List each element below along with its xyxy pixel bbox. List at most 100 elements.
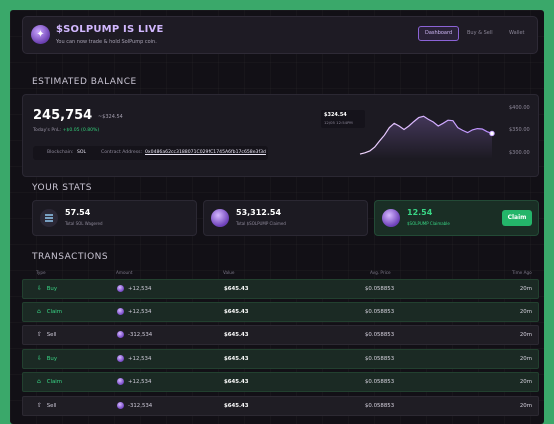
transaction-row[interactable]: ⌂ Claim +12,534 $645.43 $0.058853 20m — [22, 372, 539, 392]
tx-time-ago: 20m — [519, 286, 532, 292]
tx-value: $645.43 — [224, 286, 249, 292]
tx-amount: +12,534 — [117, 280, 151, 298]
nav-wallet[interactable]: Wallet — [503, 26, 531, 41]
blockchain-label: Blockchain: — [47, 150, 74, 155]
claim-icon: ⌂ — [37, 308, 41, 315]
tooltip-date: 12/05 12:54PM — [324, 120, 353, 125]
tx-time-ago: 20m — [519, 309, 532, 315]
tx-amount: -312,534 — [117, 326, 152, 344]
transactions-section-title: TRANSACTIONS — [32, 252, 109, 262]
tx-time-ago: 20m — [519, 403, 532, 409]
balance-section-title: ESTIMATED BALANCE — [32, 77, 137, 87]
y-label-300: $300.00 — [509, 150, 530, 156]
tx-value: $645.43 — [224, 356, 249, 362]
pnl-line: Today's PnL: +$0.05 (0.80%) — [33, 128, 99, 133]
solpump-coin-icon — [117, 284, 124, 292]
transaction-row[interactable]: ⇩ Buy +12,534 $645.43 $0.058853 20m — [22, 349, 539, 369]
tx-type-label: Buy — [46, 286, 58, 292]
tx-type: ⇩ Buy — [37, 280, 57, 298]
tx-type-label: Sell — [46, 332, 57, 338]
solpump-coin-icon — [117, 401, 124, 409]
transaction-row[interactable]: ⇩ Buy +12,534 $645.43 $0.058853 20m — [22, 279, 539, 299]
nav-buy-sell[interactable]: Buy & Sell — [461, 26, 499, 41]
claim-icon: ⌂ — [37, 378, 41, 385]
stat-card-claimable: 12.54 $SOLPUMP Claimable Claim — [374, 200, 539, 236]
contract-bar: Blockchain: SOL Contract Address: 0x0486… — [33, 146, 268, 160]
chart-area — [360, 116, 492, 159]
stat-label: $SOLPUMP Claimable — [407, 221, 450, 226]
balance-card: 245,754 ~$324.54 Today's PnL: +$0.05 (0.… — [22, 94, 539, 177]
tx-amount-value: -312,534 — [128, 332, 153, 338]
stat-card-wagered: 57.54 Total SOL Wagered — [32, 200, 197, 236]
solpump-coin-icon — [117, 354, 124, 362]
announcement-header: ✦ $SOLPUMP IS LIVE You can now trade & h… — [22, 16, 538, 54]
tx-type-label: Buy — [46, 356, 58, 362]
solpump-coin-icon — [211, 209, 229, 227]
solana-icon — [40, 209, 58, 227]
tx-type: ⇧ Sell — [37, 326, 56, 344]
claim-button[interactable]: Claim — [502, 210, 532, 226]
solpump-logo: ✦ — [31, 25, 50, 44]
stats-section-title: YOUR STATS — [32, 183, 92, 193]
tx-amount-value: +12,534 — [128, 286, 152, 292]
col-time-ago: Time Ago — [512, 270, 532, 275]
tooltip-value: $324.54 — [324, 112, 347, 118]
col-avg-price: Avg. Price — [370, 270, 391, 275]
tx-amount-value: +12,534 — [128, 309, 152, 315]
tx-amount: +12,534 — [117, 350, 151, 368]
tx-avg-price: $0.058853 — [365, 286, 395, 292]
balance-value: 245,754 — [33, 108, 93, 123]
tx-amount-value: -312,534 — [128, 403, 153, 409]
transaction-row[interactable]: ⌂ Claim +12,534 $645.43 $0.058853 20m — [22, 302, 539, 322]
stat-card-claimed: 53,312.54 Total $SOLPUMP Claimed — [203, 200, 368, 236]
tx-amount: -312,534 — [117, 397, 152, 415]
contract-address-link[interactable]: 0x0486a62cc3188071C029fC1745A6fb17c658e3… — [145, 146, 266, 160]
announcement-title: $SOLPUMP IS LIVE — [56, 24, 164, 35]
tx-value: $645.43 — [224, 332, 249, 338]
tx-type-label: Sell — [46, 403, 57, 409]
tx-type: ⇧ Sell — [37, 397, 56, 415]
tx-type-label: Claim — [46, 309, 63, 315]
tx-avg-price: $0.058853 — [365, 379, 395, 385]
tx-value: $645.43 — [224, 309, 249, 315]
transaction-row[interactable]: ⇧ Sell -312,534 $645.43 $0.058853 20m — [22, 325, 539, 345]
tx-value: $645.43 — [224, 379, 249, 385]
tx-avg-price: $0.058853 — [365, 403, 395, 409]
solpump-coin-icon — [117, 307, 124, 315]
tx-time-ago: 20m — [519, 356, 532, 362]
nav-dashboard[interactable]: Dashboard — [418, 26, 460, 41]
tx-type: ⌂ Claim — [37, 373, 62, 391]
solpump-coin-icon — [117, 330, 124, 338]
sell-icon: ⇧ — [37, 402, 43, 409]
tx-value: $645.43 — [224, 403, 249, 409]
chart-tooltip: $324.54 12/05 12:54PM — [321, 110, 365, 128]
pnl-value: +$0.05 (0.80%) — [62, 128, 100, 133]
stat-value: 53,312.54 — [236, 208, 282, 217]
balance-delta: ~$324.54 — [98, 114, 123, 120]
stat-value: 57.54 — [65, 208, 91, 217]
y-label-350: $350.00 — [509, 127, 530, 133]
tx-avg-price: $0.058853 — [365, 332, 395, 338]
tx-amount: +12,534 — [117, 303, 151, 321]
blockchain-value: SOL — [77, 150, 87, 155]
transaction-row[interactable]: ⇧ Sell -312,534 $645.43 $0.058853 20m — [22, 396, 539, 416]
solpump-coin-icon — [382, 209, 400, 227]
y-label-400: $400.00 — [509, 105, 530, 111]
tx-avg-price: $0.058853 — [365, 309, 395, 315]
pnl-label: Today's PnL: — [33, 128, 62, 133]
stat-label: Total $SOLPUMP Claimed — [236, 221, 286, 226]
tx-type-label: Claim — [46, 379, 63, 385]
chart-last-point — [489, 130, 495, 137]
announcement-subtitle: You can now trade & hold SolPump coin. — [56, 39, 157, 45]
buy-icon: ⇩ — [37, 355, 43, 362]
col-type: Type — [36, 270, 46, 275]
stat-value: 12.54 — [407, 208, 433, 217]
solpump-coin-icon — [117, 377, 124, 385]
contract-label: Contract Address: — [101, 150, 143, 155]
tx-amount-value: +12,534 — [128, 379, 152, 385]
stat-label: Total SOL Wagered — [65, 221, 103, 226]
col-value: Value — [223, 270, 235, 275]
tx-time-ago: 20m — [519, 332, 532, 338]
tx-amount-value: +12,534 — [128, 356, 152, 362]
tx-avg-price: $0.058853 — [365, 356, 395, 362]
